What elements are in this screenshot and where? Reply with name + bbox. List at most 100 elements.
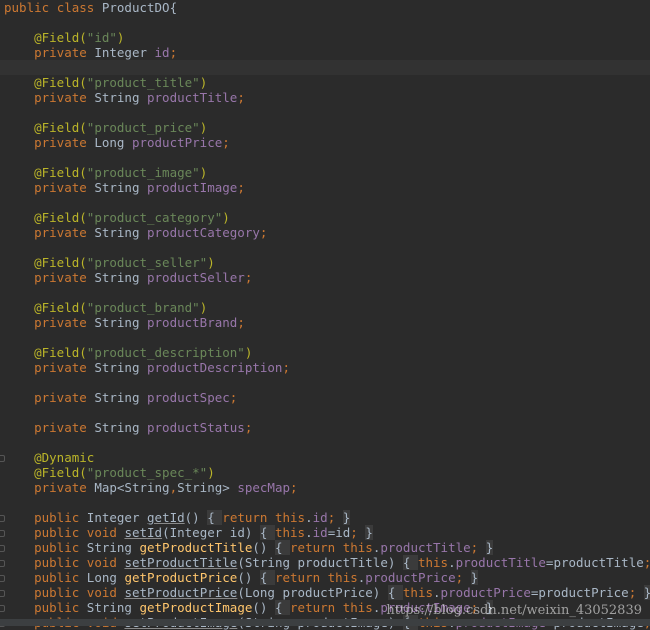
code-token-deprecated: getId — [147, 510, 185, 525]
code-line[interactable]: @Field("product_price") — [0, 120, 650, 135]
code-line[interactable] — [0, 60, 650, 75]
code-line[interactable]: private String productCategory; — [0, 225, 650, 240]
code-token-plain: Map<String — [94, 480, 170, 495]
code-token-plain: (Integer id) — [162, 525, 260, 540]
code-line[interactable]: @Field("product_brand") — [0, 300, 650, 315]
code-token-plain: Long — [94, 135, 132, 150]
code-token-keyword: private — [4, 390, 95, 405]
code-token-brace: { — [274, 540, 291, 555]
code-token-brace: } — [342, 510, 351, 525]
code-token-punct: ; — [222, 135, 230, 150]
code-token-keyword: this — [417, 555, 449, 570]
code-token-plain: ProductDO{ — [101, 0, 178, 15]
code-line[interactable]: @Field("product_description") — [0, 345, 650, 360]
code-line[interactable]: private String productDescription; — [0, 360, 650, 375]
code-line[interactable]: private String productSeller; — [0, 270, 650, 285]
code-line[interactable]: @Field("id") — [0, 30, 650, 45]
code-text: private String productTitle; — [4, 90, 245, 105]
code-token-string: "product_description" — [86, 345, 245, 360]
code-editor[interactable]: public class ProductDO{ @Field("id") pri… — [0, 0, 650, 630]
code-line[interactable]: public class ProductDO{ — [0, 0, 650, 15]
code-token-field: id — [312, 510, 328, 525]
code-token-plain: String — [86, 600, 140, 615]
code-token-field: productTitle — [455, 555, 546, 570]
code-line[interactable]: @Field("product_spec_*") — [0, 465, 650, 480]
code-line[interactable]: public Integer getId() { return this.id;… — [0, 510, 650, 525]
code-token-string: "product_price" — [86, 120, 200, 135]
code-line[interactable] — [0, 15, 650, 30]
code-token-field: productSeller — [147, 270, 245, 285]
code-token-annotation: @Field( — [4, 30, 87, 45]
code-token-keyword: public — [4, 525, 87, 540]
code-line[interactable] — [0, 195, 650, 210]
code-line[interactable]: public void setProductPrice(Long product… — [0, 585, 650, 600]
code-line[interactable]: public void setProductTitle(String produ… — [0, 555, 650, 570]
code-token-keyword: public — [4, 0, 57, 15]
code-text: public Long getProductPrice() { return t… — [4, 570, 479, 585]
code-token-annotation: ) — [116, 30, 125, 45]
code-token-keyword: return — [274, 570, 328, 585]
code-token-annotation: ) — [222, 210, 230, 225]
code-text: @Field("product_category") — [4, 210, 230, 225]
watermark-text: https://blog.csdn.net/weixin_43052839 — [386, 603, 642, 618]
code-line[interactable] — [0, 240, 650, 255]
code-token-field: productSpec — [147, 390, 230, 405]
code-line[interactable] — [0, 495, 650, 510]
code-line[interactable]: private String productImage; — [0, 180, 650, 195]
code-line[interactable]: public String getProductTitle() { return… — [0, 540, 650, 555]
code-token-punct: ; — [229, 390, 238, 405]
code-token-string: "id" — [86, 30, 117, 45]
code-token-field: specMap — [237, 480, 291, 495]
code-line[interactable]: private Long productPrice; — [0, 135, 650, 150]
code-token-keyword: private — [4, 180, 95, 195]
code-line[interactable] — [0, 105, 650, 120]
code-line[interactable]: private String productSpec; — [0, 390, 650, 405]
code-token-annotation: @Field( — [4, 120, 87, 135]
code-token-plain: String — [86, 540, 140, 555]
code-line[interactable]: @Field("product_title") — [0, 75, 650, 90]
code-token-plain: String — [94, 270, 147, 285]
code-token-deprecated: setProductPrice — [124, 585, 238, 600]
code-line[interactable] — [0, 405, 650, 420]
code-token-annotation: ) — [207, 465, 215, 480]
code-line[interactable]: public void setId(Integer id) { this.id=… — [0, 525, 650, 540]
code-token-plain: Integer — [94, 45, 155, 60]
code-text: private String productSpec; — [4, 390, 237, 405]
code-token-keyword: void — [86, 585, 125, 600]
code-line[interactable] — [0, 150, 650, 165]
code-line[interactable]: @Field("product_category") — [0, 210, 650, 225]
code-line[interactable]: @Field("product_seller") — [0, 255, 650, 270]
code-token-field: id — [312, 525, 328, 540]
code-line[interactable]: private Map<String,String> specMap; — [0, 480, 650, 495]
code-token-annotation: @Field( — [4, 255, 87, 270]
code-text: private String productSeller; — [4, 270, 252, 285]
code-token-string: "product_spec_*" — [86, 465, 208, 480]
code-token-punct: ; — [290, 480, 298, 495]
code-token-plain: =productPrice — [530, 585, 629, 600]
code-token-annotation: @Field( — [4, 165, 87, 180]
code-line[interactable]: private String productStatus; — [0, 420, 650, 435]
code-token-field: productPrice — [131, 135, 223, 150]
code-line[interactable]: private String productTitle; — [0, 90, 650, 105]
code-line[interactable] — [0, 435, 650, 450]
code-text: public void setId(Integer id) { this.id=… — [4, 525, 373, 540]
code-line[interactable]: @Field("product_image") — [0, 165, 650, 180]
code-token-field: productTitle — [147, 90, 238, 105]
code-line[interactable]: private Integer id; — [0, 45, 650, 60]
code-line[interactable]: private String productBrand; — [0, 315, 650, 330]
code-token-plain: . — [448, 555, 456, 570]
code-token-plain: String — [94, 90, 147, 105]
code-token-deprecated: setProductTitle — [124, 555, 238, 570]
code-token-punct: ; — [628, 585, 644, 600]
code-token-keyword: void — [86, 555, 125, 570]
code-token-plain: =id — [327, 525, 351, 540]
code-line[interactable]: public Long getProductPrice() { return t… — [0, 570, 650, 585]
code-line[interactable] — [0, 375, 650, 390]
code-token-keyword: public — [4, 555, 87, 570]
code-line[interactable]: @Dynamic — [0, 450, 650, 465]
code-token-keyword: private — [4, 315, 95, 330]
code-token-plain: () — [252, 600, 275, 615]
code-text: @Field("id") — [4, 30, 124, 45]
code-line[interactable] — [0, 330, 650, 345]
code-line[interactable] — [0, 285, 650, 300]
